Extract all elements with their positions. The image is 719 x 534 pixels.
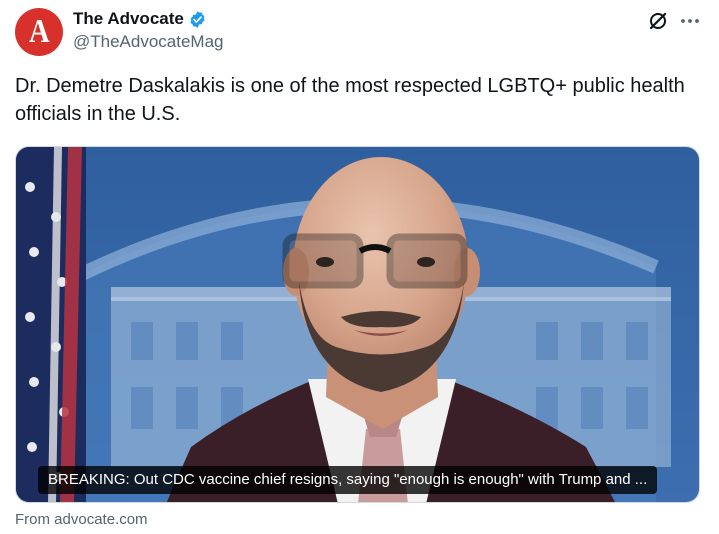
avatar[interactable]: A: [15, 8, 63, 56]
display-name[interactable]: The Advocate: [73, 9, 184, 29]
link-card[interactable]: BREAKING: Out CDC vaccine chief resigns,…: [15, 146, 700, 503]
more-icon[interactable]: [679, 10, 701, 32]
avatar-logo-letter: A: [28, 13, 50, 50]
grok-icon[interactable]: [647, 10, 669, 32]
card-source[interactable]: From advocate.com: [15, 511, 148, 528]
card-headline[interactable]: BREAKING: Out CDC vaccine chief resigns,…: [38, 466, 658, 494]
card-photo: [16, 147, 699, 502]
handle[interactable]: @TheAdvocateMag: [73, 32, 224, 52]
display-name-row: The Advocate: [73, 8, 224, 30]
author-names: The Advocate @TheAdvocateMag: [73, 8, 224, 52]
tweet-header: A The Advocate @TheAdvocateMag: [15, 8, 705, 56]
verified-badge-icon: [190, 10, 205, 28]
tweet-text: Dr. Demetre Daskalakis is one of the mos…: [15, 75, 685, 125]
